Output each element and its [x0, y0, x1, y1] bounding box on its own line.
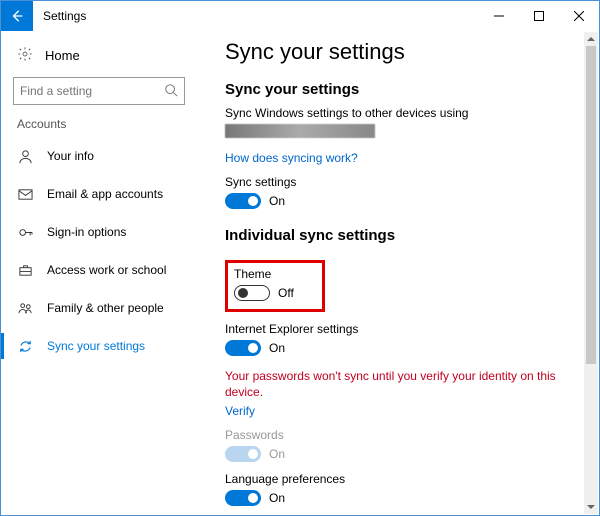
- back-button[interactable]: [1, 1, 33, 31]
- scroll-track[interactable]: [584, 46, 598, 500]
- sidebar-item-label: Sign-in options: [47, 225, 126, 239]
- sidebar-item-label: Your info: [47, 149, 94, 163]
- setting-label: Passwords: [225, 428, 579, 442]
- chevron-up-icon: [587, 35, 595, 43]
- sidebar-home-label: Home: [45, 48, 80, 63]
- setting-label: Sync settings: [225, 175, 579, 189]
- briefcase-icon: [17, 263, 33, 278]
- minimize-button[interactable]: [479, 1, 519, 31]
- toggle-passwords: [225, 446, 261, 462]
- toggle-state: On: [269, 447, 285, 461]
- minimize-icon: [494, 11, 504, 21]
- toggle-state: On: [269, 491, 285, 505]
- toggle-theme[interactable]: [234, 285, 270, 301]
- person-icon: [17, 149, 33, 164]
- key-icon: [17, 225, 33, 240]
- chevron-down-icon: [587, 503, 595, 511]
- toggle-sync-settings[interactable]: [225, 193, 261, 209]
- sidebar-item-signin[interactable]: Sign-in options: [1, 213, 197, 251]
- sync-description: Sync Windows settings to other devices u…: [225, 106, 579, 120]
- toggle-language[interactable]: [225, 490, 261, 506]
- setting-language: Language preferences On: [225, 472, 579, 506]
- window-controls: [479, 1, 599, 31]
- main-panel: Sync your settings Sync your settings Sy…: [197, 31, 599, 515]
- setting-passwords: Passwords On: [225, 428, 579, 462]
- settings-window: Settings Home Accounts Your info: [0, 0, 600, 516]
- toggle-state: On: [269, 194, 285, 208]
- toggle-ie[interactable]: [225, 340, 261, 356]
- setting-ie: Internet Explorer settings On: [225, 322, 579, 356]
- sidebar-item-label: Access work or school: [47, 263, 166, 277]
- mail-icon: [17, 187, 33, 202]
- toggle-state: On: [269, 341, 285, 355]
- sidebar: Home Accounts Your info Email & app acco…: [1, 31, 197, 515]
- titlebar: Settings: [1, 1, 599, 31]
- sync-icon: [17, 339, 33, 354]
- how-syncing-link[interactable]: How does syncing work?: [225, 151, 358, 165]
- search-input[interactable]: [20, 84, 164, 98]
- verify-link[interactable]: Verify: [225, 404, 255, 418]
- page-title: Sync your settings: [225, 39, 579, 65]
- section-heading-sync: Sync your settings: [225, 81, 579, 98]
- people-icon: [17, 301, 33, 316]
- sidebar-item-label: Email & app accounts: [47, 187, 163, 201]
- sidebar-item-family[interactable]: Family & other people: [1, 289, 197, 327]
- sidebar-item-work-school[interactable]: Access work or school: [1, 251, 197, 289]
- section-heading-individual: Individual sync settings: [225, 227, 579, 244]
- sidebar-item-label: Sync your settings: [47, 339, 145, 353]
- search-icon: [164, 83, 178, 100]
- scroll-up-button[interactable]: [584, 32, 598, 46]
- sidebar-section-heading: Accounts: [1, 117, 197, 131]
- sidebar-item-your-info[interactable]: Your info: [1, 137, 197, 175]
- sidebar-item-sync[interactable]: Sync your settings: [1, 327, 197, 365]
- setting-label: Internet Explorer settings: [225, 322, 579, 336]
- search-input-wrap[interactable]: [13, 77, 185, 105]
- password-alert: Your passwords won't sync until you veri…: [225, 368, 579, 400]
- arrow-left-icon: [10, 9, 24, 23]
- account-name-redacted: [225, 124, 375, 138]
- sidebar-home[interactable]: Home: [1, 39, 197, 71]
- toggle-state: Off: [278, 286, 294, 300]
- maximize-button[interactable]: [519, 1, 559, 31]
- gear-icon: [17, 46, 33, 65]
- setting-label: Language preferences: [225, 472, 579, 486]
- scroll-down-button[interactable]: [584, 500, 598, 514]
- setting-label: Theme: [234, 267, 294, 281]
- close-icon: [574, 11, 584, 21]
- close-button[interactable]: [559, 1, 599, 31]
- setting-sync-settings: Sync settings On: [225, 175, 579, 209]
- scroll-thumb[interactable]: [586, 46, 596, 364]
- sidebar-item-email[interactable]: Email & app accounts: [1, 175, 197, 213]
- maximize-icon: [534, 11, 544, 21]
- vertical-scrollbar[interactable]: [584, 32, 598, 514]
- window-title: Settings: [43, 9, 86, 23]
- sidebar-item-label: Family & other people: [47, 301, 164, 315]
- highlight-theme: Theme Off: [225, 260, 325, 312]
